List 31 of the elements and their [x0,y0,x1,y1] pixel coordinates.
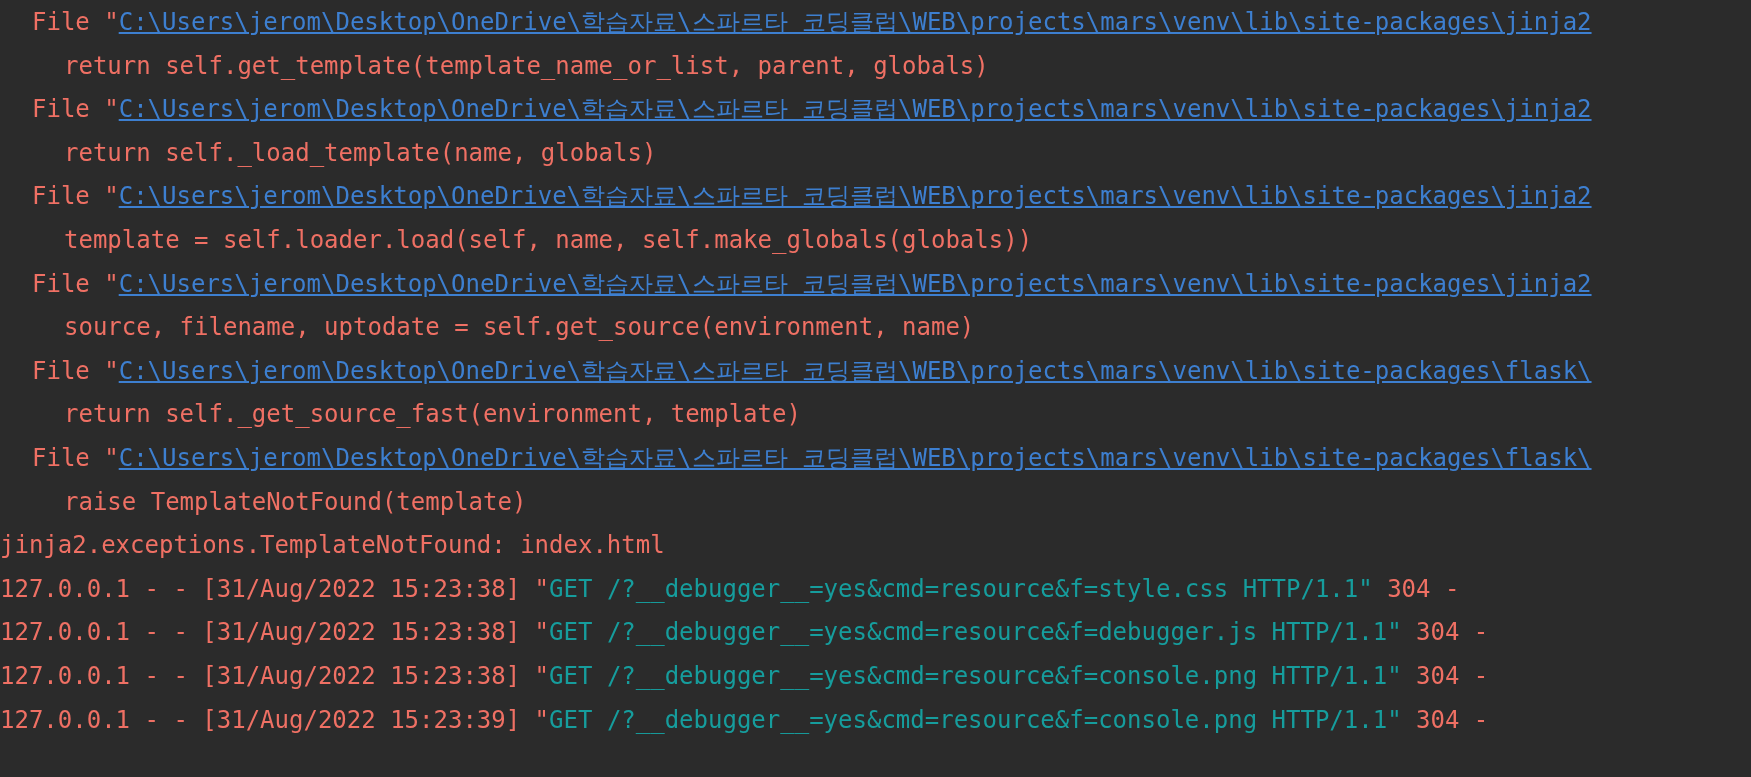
request-text: GET /?__debugger__=yes&cmd=resource&f=console.png HTTP/1.1" [549,661,1402,690]
status-text: 304 - [1416,661,1489,690]
code-line: source, filename, uptodate = self.get_source(environment, name) [64,313,975,342]
frame-label: File " [32,269,119,298]
code-line: template = self.loader.load(self, name, self.make_globals(globals)) [64,225,1033,254]
file-link[interactable]: C:\Users\jerom\Desktop\OneDrive\학습자료\스파르타 코딩클럽\WEB\projects\mars\venv\lib\site-packages\jinja2 [118,269,1592,298]
status-text: 304 - [1387,574,1460,603]
request-text: GET /?__debugger__=yes&cmd=resource&f=debugger.js HTTP/1.1" [549,618,1402,647]
frame-label: File " [32,443,119,472]
code-line: return self._get_source_fast(environment, template) [64,400,801,429]
status-text: 304 - [1416,618,1489,647]
code-line: return self._load_template(name, globals) [64,138,657,167]
file-link[interactable]: C:\Users\jerom\Desktop\OneDrive\학습자료\스파르타 코딩클럽\WEB\projects\mars\venv\lib\site-packages\flask\ [118,443,1592,472]
error-message: jinja2.exceptions.TemplateNotFound: index.html [0,531,665,560]
frame-label: File " [32,8,119,36]
file-link[interactable]: C:\Users\jerom\Desktop\OneDrive\학습자료\스파르타 코딩클럽\WEB\projects\mars\venv\lib\site-packages\jinja2 [118,182,1592,211]
request-text: GET /?__debugger__=yes&cmd=resource&f=style.css HTTP/1.1" [549,574,1373,603]
request-text: GET /?__debugger__=yes&cmd=resource&f=console.png HTTP/1.1" [549,705,1402,734]
file-link[interactable]: C:\Users\jerom\Desktop\OneDrive\학습자료\스파르타 코딩클럽\WEB\projects\mars\venv\lib\site-packages\jinja2 [118,8,1592,36]
frame-label: File " [32,95,119,124]
log-prefix: 127.0.0.1 - - [31/Aug/2022 15:23:38] " [0,661,550,690]
log-prefix: 127.0.0.1 - - [31/Aug/2022 15:23:38] " [0,574,550,603]
code-line: return self.get_template(template_name_or_list, parent, globals) [64,51,989,80]
frame-label: File " [32,182,119,211]
log-prefix: 127.0.0.1 - - [31/Aug/2022 15:23:39] " [0,705,550,734]
code-line: raise TemplateNotFound(template) [64,487,527,516]
file-link[interactable]: C:\Users\jerom\Desktop\OneDrive\학습자료\스파르타 코딩클럽\WEB\projects\mars\venv\lib\site-packages\jinja2 [118,95,1592,124]
frame-label: File " [32,356,119,385]
file-link[interactable]: C:\Users\jerom\Desktop\OneDrive\학습자료\스파르타 코딩클럽\WEB\projects\mars\venv\lib\site-packages\flask\ [118,356,1592,385]
log-prefix: 127.0.0.1 - - [31/Aug/2022 15:23:38] " [0,618,550,647]
status-text: 304 - [1416,705,1489,734]
